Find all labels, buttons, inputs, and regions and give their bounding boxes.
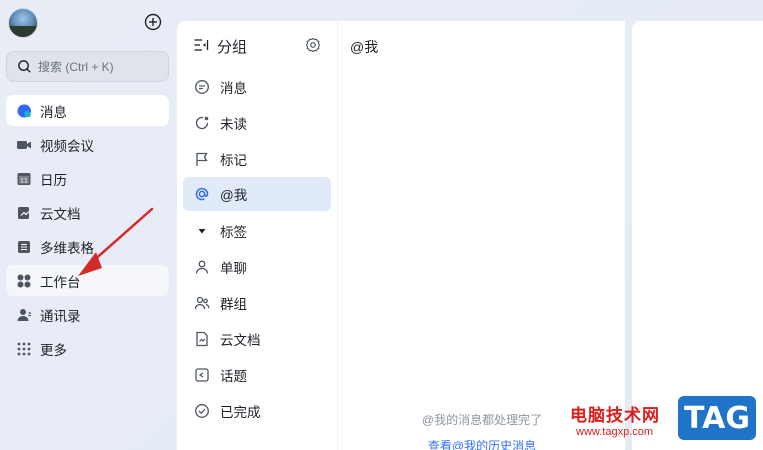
watermark-text: 电脑技术网 [570, 406, 660, 425]
message-icon [194, 79, 210, 95]
chat-detail-panel [632, 21, 763, 450]
gear-icon[interactable] [305, 37, 321, 58]
watermark: 电脑技术网 www.tagxp.com TAG [570, 396, 760, 450]
groups-title: 分组 [217, 39, 248, 56]
search-input[interactable]: 搜索 (Ctrl + K) [6, 51, 169, 82]
nav-item-label: 云文档 [40, 206, 81, 222]
flag-icon [194, 151, 210, 167]
svg-text:11: 11 [20, 177, 28, 184]
group-item-direct-chat[interactable]: 单聊 [183, 250, 331, 284]
nav-item-label: 视频会议 [40, 138, 94, 154]
group-item-topics[interactable]: 话题 [183, 358, 331, 392]
nav-item-label: 通讯录 [40, 308, 81, 324]
group-item-cloud-docs[interactable]: 云文档 [183, 322, 331, 356]
panel-title: @我 [350, 39, 379, 55]
at-icon [194, 186, 210, 202]
cloud-doc-icon [16, 205, 32, 221]
table-icon [16, 239, 32, 255]
nav-item-label: 更多 [40, 342, 67, 358]
nav-item-multidimensional-table[interactable]: 多维表格 [6, 231, 169, 262]
chat-bubble-icon [16, 103, 32, 119]
topic-icon [194, 367, 210, 383]
apps-grid-icon [16, 273, 32, 289]
more-dots-icon [16, 341, 32, 357]
nav-item-cloud-docs[interactable]: 云文档 [6, 197, 169, 228]
nav-item-label: 日历 [40, 172, 67, 188]
nav-item-calendar[interactable]: 11 日历 [6, 163, 169, 194]
group-item-label: 标签 [220, 225, 247, 240]
create-button[interactable] [143, 12, 163, 32]
search-icon [18, 60, 31, 73]
left-navigation: 搜索 (Ctrl + K) 消息 视频会议 11 日历 云文档 多维表格 工作台… [0, 0, 176, 450]
group-item-label: 未读 [220, 117, 247, 132]
nav-item-messages[interactable]: 消息 [6, 95, 169, 126]
group-icon [194, 295, 210, 311]
group-item-label: @我 [220, 188, 248, 203]
nav-item-workbench[interactable]: 工作台 [6, 265, 169, 296]
watermark-url: www.tagxp.com [576, 426, 654, 438]
contacts-icon [16, 307, 32, 323]
avatar[interactable] [8, 8, 38, 38]
group-item-mentions[interactable]: @我 [183, 177, 331, 211]
nav-item-label: 消息 [40, 104, 67, 120]
group-item-done[interactable]: 已完成 [183, 394, 331, 428]
group-item-groups[interactable]: 群组 [183, 286, 331, 320]
group-item-label: 标记 [220, 153, 247, 168]
group-item-label: 群组 [220, 297, 247, 312]
plus-circle-icon [144, 13, 162, 31]
nav-item-video-meeting[interactable]: 视频会议 [6, 129, 169, 160]
group-item-label: 云文档 [220, 333, 261, 348]
group-item-flagged[interactable]: 标记 [183, 142, 331, 176]
person-icon [194, 259, 210, 275]
nav-item-label: 工作台 [40, 274, 81, 290]
group-item-tags[interactable]: 标签 [183, 214, 331, 248]
nav-item-label: 多维表格 [40, 240, 94, 256]
collapse-sidebar-icon[interactable] [193, 37, 209, 58]
unread-icon [194, 115, 210, 131]
nav-item-more[interactable]: 更多 [6, 333, 169, 364]
group-item-label: 消息 [220, 81, 247, 96]
check-circle-icon [194, 403, 210, 419]
nav-item-contacts[interactable]: 通讯录 [6, 299, 169, 330]
watermark-tag-logo: TAG [678, 396, 756, 440]
calendar-icon: 11 [16, 171, 32, 187]
group-item-unread[interactable]: 未读 [183, 106, 331, 140]
group-item-messages[interactable]: 消息 [183, 70, 331, 104]
video-camera-icon [16, 137, 32, 153]
message-list-panel: @我 @我的消息都处理完了 查看@我的历史消息 [337, 21, 625, 450]
groups-panel: 分组 消息 未读 标记 @我 标签 单聊 群组 云文档 话题 已完成 [177, 21, 337, 450]
document-icon [194, 331, 210, 347]
search-placeholder: 搜索 (Ctrl + K) [38, 60, 114, 74]
group-item-label: 话题 [220, 369, 247, 384]
triangle-down-icon [194, 223, 210, 239]
group-item-label: 已完成 [220, 405, 261, 420]
group-item-label: 单聊 [220, 261, 247, 276]
